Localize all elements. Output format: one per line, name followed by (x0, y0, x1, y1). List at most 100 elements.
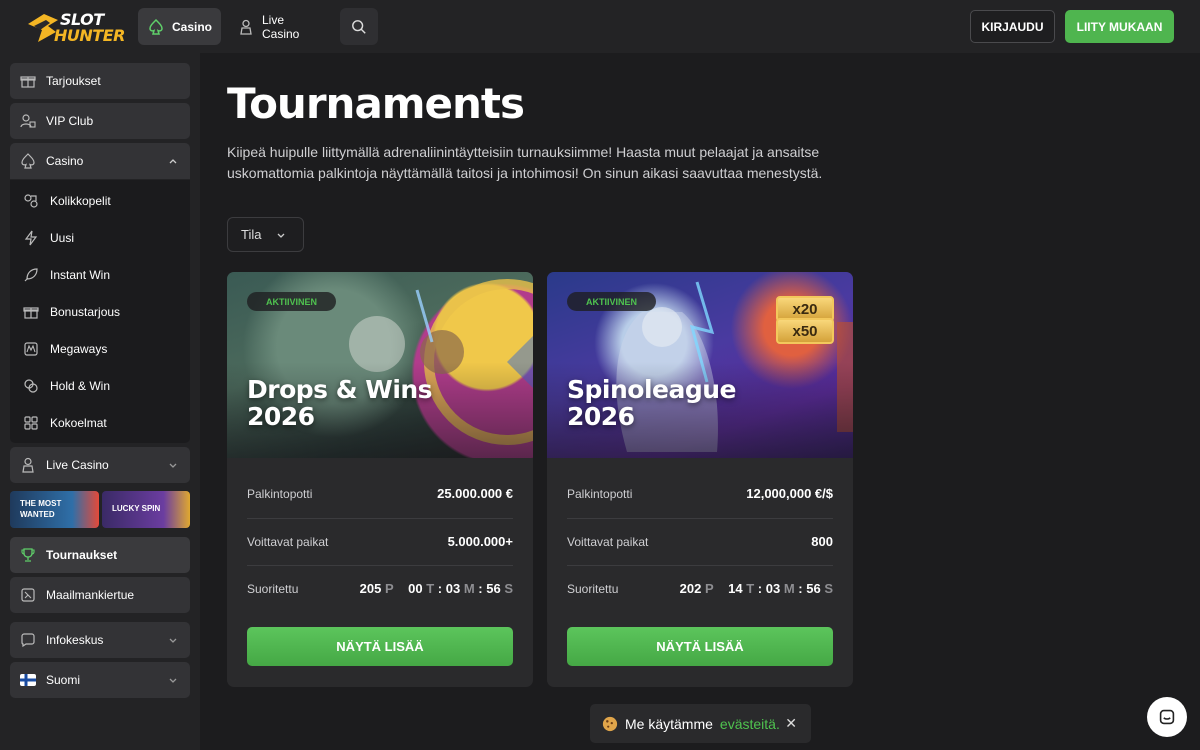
timer-hours: 14 (728, 581, 743, 596)
status-badge: AKTIIVINEN (567, 292, 657, 311)
tournament-card[interactable]: AKTIIVINEN Drops & Wins 2026 Palkintopot… (227, 272, 533, 687)
sidebar-sub-label: Kolikkopelit (50, 194, 111, 208)
vip-icon (20, 113, 36, 129)
sidebar-sub-label: Uusi (50, 231, 75, 245)
sidebar-item-world-tour[interactable]: Maailmankiertue (10, 577, 190, 613)
timer-seconds: 56 (806, 581, 821, 596)
sidebar-item-label: Suomi (46, 673, 81, 687)
top-bar: SLOT HUNTER Casino Live Casino KIRJAUDU … (0, 0, 1200, 53)
tournament-name-line2: 2026 (247, 402, 315, 431)
timer-seconds: 56 (486, 581, 501, 596)
page-title: Tournaments (227, 79, 525, 128)
prize-pool-label: Palkintopotti (567, 486, 633, 501)
sidebar-sub-label: Instant Win (50, 268, 111, 282)
winning-places-label: Voittavat paikat (247, 534, 329, 549)
prize-pool-value: 25.000.000 € (437, 486, 513, 501)
nav-casino-button[interactable]: Casino (138, 8, 221, 45)
sidebar-item-label: Tarjoukset (46, 74, 101, 88)
show-more-button[interactable]: NÄYTÄ LISÄÄ (567, 627, 833, 666)
nav-live-casino-label: Live Casino (262, 12, 300, 41)
sidebar-item-collections[interactable]: Kokoelmat (10, 405, 190, 441)
timer-minutes-unit: M (463, 581, 475, 596)
search-icon (351, 19, 367, 35)
gift-icon (20, 73, 36, 89)
timer-hours: 00 (408, 581, 423, 596)
sidebar-item-instant-win[interactable]: Instant Win (10, 257, 190, 293)
sidebar-item-language[interactable]: Suomi (10, 662, 190, 698)
nav-live-casino-button[interactable]: Live Casino (228, 8, 334, 45)
sidebar-item-label: Infokeskus (46, 633, 104, 647)
cookie-link[interactable]: evästeitä. (720, 716, 780, 732)
countdown-timer: 202 P 14 T : 03 M : 56 S (679, 581, 833, 596)
sidebar-item-slots[interactable]: Kolikkopelit (10, 183, 190, 219)
login-button[interactable]: KIRJAUDU (970, 10, 1055, 43)
multiplier-badge: x50 (776, 318, 834, 344)
search-button[interactable] (340, 8, 378, 45)
chat-icon (1159, 709, 1175, 725)
lightning-icon (23, 230, 39, 246)
sidebar: Tarjoukset VIP Club Casino Kolikkopelit … (0, 53, 200, 750)
page-description: Kiipeä huipulle liittymällä adrenaliinin… (227, 144, 823, 181)
logo-text-hunter: HUNTER (54, 26, 125, 45)
sidebar-item-info-center[interactable]: Infokeskus (10, 622, 190, 658)
promo-label: THE MOST WANTED (20, 499, 62, 519)
chevron-down-icon[interactable] (168, 634, 178, 648)
timer-days: 205 (359, 581, 382, 596)
timer-seconds-unit: S (504, 581, 513, 596)
prize-pool-row: Palkintopotti 12,000,000 €/$ (567, 470, 833, 517)
sidebar-item-tournaments[interactable]: Tournaukset (10, 537, 190, 573)
timer-seconds-unit: S (824, 581, 833, 596)
chevron-down-icon (273, 227, 289, 243)
winning-places-value: 5.000.000+ (447, 534, 513, 549)
slot-hunter-logo[interactable]: SLOT HUNTER (26, 8, 125, 46)
cookie-text: Me käytämme (625, 715, 713, 732)
tournament-name-line1: Drops & Wins (247, 375, 433, 404)
sidebar-item-label: Casino (46, 154, 84, 168)
timer-days: 202 (679, 581, 702, 596)
winning-places-row: Voittavat paikat 5.000.000+ (247, 518, 513, 565)
tournament-card[interactable]: x20 x50 AKTIIVINEN Spinoleague 2026 Palk… (547, 272, 853, 687)
chat-button[interactable] (1147, 697, 1187, 737)
sidebar-item-live-casino[interactable]: Live Casino (10, 447, 190, 483)
sidebar-item-label: Live Casino (46, 458, 109, 472)
timer-minutes: 03 (445, 581, 461, 596)
join-button[interactable]: LIITY MUKAAN (1065, 10, 1174, 43)
info-icon (20, 632, 36, 648)
promo-lucky-spin[interactable]: LUCKY SPIN (102, 491, 190, 528)
sidebar-item-vip-club[interactable]: VIP Club (10, 103, 190, 139)
status-filter-dropdown[interactable]: Tila (227, 217, 304, 252)
finland-flag-icon (20, 672, 36, 688)
show-more-button[interactable]: NÄYTÄ LISÄÄ (247, 627, 513, 666)
chevron-down-icon[interactable] (168, 459, 178, 473)
sidebar-item-casino[interactable]: Casino (10, 143, 190, 179)
chevron-down-icon[interactable] (168, 674, 178, 688)
chevron-up-icon[interactable] (168, 155, 178, 169)
time-row: Suoritettu 205 P 00 T : 03 M : 56 S (247, 565, 513, 612)
sidebar-item-bonus-buy[interactable]: Bonustarjous (10, 294, 190, 330)
close-icon[interactable]: ✕ (785, 715, 797, 732)
sidebar-item-megaways[interactable]: Megaways (10, 331, 190, 367)
winning-places-value: 800 (811, 534, 833, 549)
winning-places-label: Voittavat paikat (567, 534, 649, 549)
sidebar-item-hold-win[interactable]: Hold & Win (10, 368, 190, 404)
nav-casino-label: Casino (172, 19, 213, 34)
prize-pool-row: Palkintopotti 25.000.000 € (247, 470, 513, 517)
map-icon (20, 587, 36, 603)
sidebar-sub-label: Bonustarjous (50, 305, 121, 319)
sidebar-item-new[interactable]: Uusi (10, 220, 190, 256)
spade-icon (148, 18, 164, 35)
coins-icon (23, 378, 39, 394)
sidebar-sub-label: Megaways (50, 342, 108, 356)
sidebar-item-offers[interactable]: Tarjoukset (10, 63, 190, 99)
dealer-icon (238, 19, 254, 35)
filter-label: Tila (241, 227, 262, 242)
gift-icon (23, 304, 39, 320)
grid-icon (23, 415, 39, 431)
promo-the-most-wanted[interactable]: THE MOST WANTED (10, 491, 99, 528)
slots-icon (23, 193, 39, 209)
timer-hours-unit: T (426, 581, 435, 596)
megaways-icon (23, 341, 39, 357)
timer-minutes-unit: M (783, 581, 795, 596)
cookie-notice: Me käytämme evästeitä. ✕ (590, 704, 811, 743)
dealer-icon (20, 457, 36, 473)
